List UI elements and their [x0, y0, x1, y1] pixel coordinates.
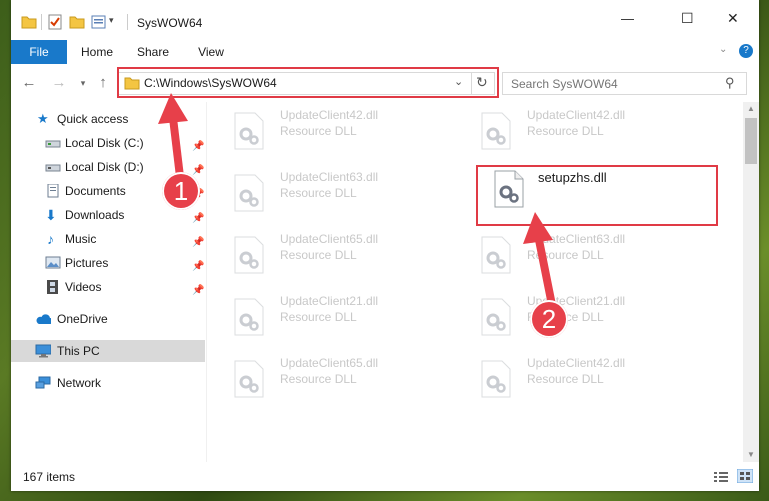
arrow-2-icon	[523, 212, 556, 309]
step-badge-1: 1	[162, 172, 200, 210]
step-badge-2: 2	[530, 300, 568, 338]
annotation-arrows	[158, 93, 556, 309]
